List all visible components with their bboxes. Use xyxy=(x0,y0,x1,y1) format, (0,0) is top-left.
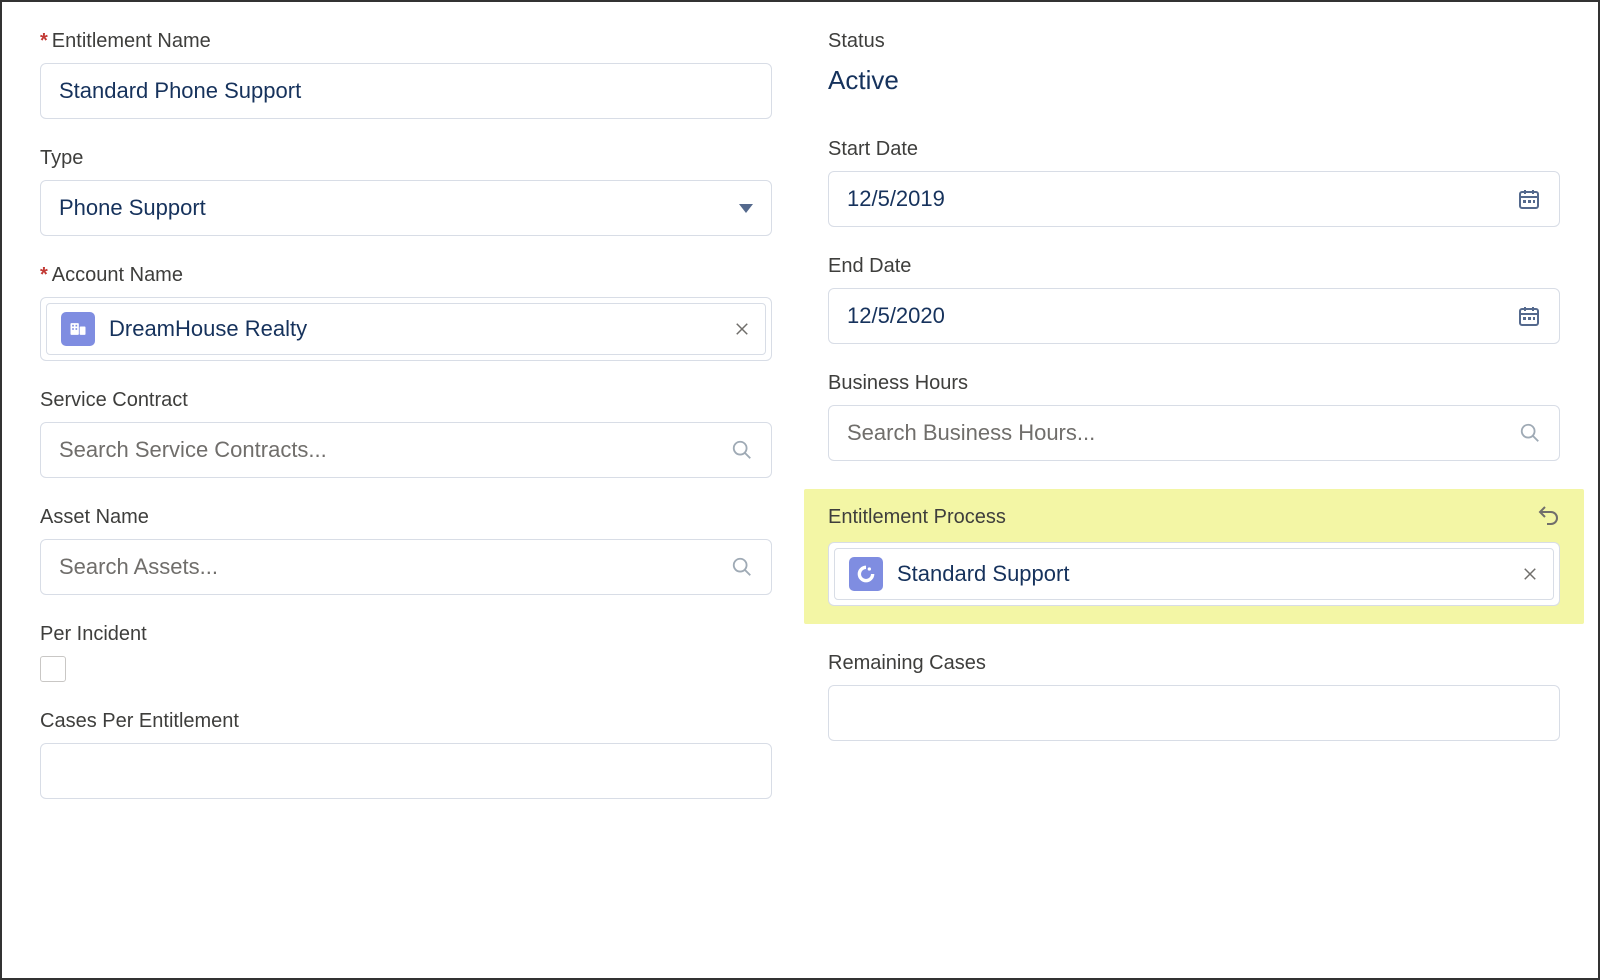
account-lookup-wrap: DreamHouse Realty xyxy=(40,297,772,361)
entitlement-process-lookup-wrap: Standard Support xyxy=(828,542,1560,606)
chevron-down-icon xyxy=(739,204,753,213)
business-hours-field: Business Hours Search Business Hours... xyxy=(828,372,1560,461)
entitlement-process-label-row: Entitlement Process xyxy=(828,503,1560,532)
search-icon xyxy=(731,439,753,461)
left-column: Entitlement Name Type Phone Support Acco… xyxy=(40,30,772,827)
cases-per-entitlement-wrap xyxy=(40,743,772,799)
business-hours-placeholder: Search Business Hours... xyxy=(847,420,1095,446)
start-date-label: Start Date xyxy=(828,138,1560,161)
asset-name-placeholder: Search Assets... xyxy=(59,554,218,580)
cases-per-entitlement-field: Cases Per Entitlement xyxy=(40,710,772,799)
service-contract-label: Service Contract xyxy=(40,389,772,412)
service-contract-lookup[interactable]: Search Service Contracts... xyxy=(40,422,772,478)
end-date-input[interactable] xyxy=(847,303,1517,329)
type-field: Type Phone Support xyxy=(40,147,772,236)
business-hours-lookup[interactable]: Search Business Hours... xyxy=(828,405,1560,461)
entitlement-process-field: Entitlement Process Standard Support xyxy=(804,489,1584,624)
account-pill[interactable]: DreamHouse Realty xyxy=(46,303,766,355)
entitlement-name-input[interactable] xyxy=(59,78,753,104)
service-contract-placeholder: Search Service Contracts... xyxy=(59,437,327,463)
entitlement-form: Entitlement Name Type Phone Support Acco… xyxy=(0,0,1600,980)
business-hours-label: Business Hours xyxy=(828,372,1560,395)
remaining-cases-wrap xyxy=(828,685,1560,741)
remaining-cases-label: Remaining Cases xyxy=(828,652,1560,675)
start-date-input[interactable] xyxy=(847,186,1517,212)
start-date-input-wrap[interactable] xyxy=(828,171,1560,227)
type-label: Type xyxy=(40,147,772,170)
status-label: Status xyxy=(828,30,1560,53)
entitlement-process-pill-left: Standard Support xyxy=(849,557,1069,591)
end-date-label: End Date xyxy=(828,255,1560,278)
type-select[interactable]: Phone Support xyxy=(40,180,772,236)
entitlement-process-pill[interactable]: Standard Support xyxy=(834,548,1554,600)
per-incident-field: Per Incident xyxy=(40,623,772,682)
entitlement-process-label: Entitlement Process xyxy=(828,506,1006,529)
per-incident-label: Per Incident xyxy=(40,623,772,646)
right-column: Status Active Start Date End Date Busin xyxy=(828,30,1560,827)
account-name-field: Account Name DreamHouse Realty xyxy=(40,264,772,361)
end-date-input-wrap[interactable] xyxy=(828,288,1560,344)
account-pill-text: DreamHouse Realty xyxy=(109,316,307,342)
calendar-icon[interactable] xyxy=(1517,187,1541,211)
end-date-field: End Date xyxy=(828,255,1560,344)
search-icon xyxy=(1519,422,1541,444)
entitlement-name-field: Entitlement Name xyxy=(40,30,772,119)
per-incident-checkbox[interactable] xyxy=(40,656,66,682)
calendar-icon[interactable] xyxy=(1517,304,1541,328)
type-value: Phone Support xyxy=(59,195,206,221)
asset-name-lookup[interactable]: Search Assets... xyxy=(40,539,772,595)
entitlement-process-clear-button[interactable] xyxy=(1521,565,1539,583)
entitlement-process-icon xyxy=(849,557,883,591)
service-contract-field: Service Contract Search Service Contract… xyxy=(40,389,772,478)
search-icon xyxy=(731,556,753,578)
account-clear-button[interactable] xyxy=(733,320,751,338)
asset-name-label: Asset Name xyxy=(40,506,772,529)
cases-per-entitlement-label: Cases Per Entitlement xyxy=(40,710,772,733)
entitlement-name-input-wrap xyxy=(40,63,772,119)
account-pill-left: DreamHouse Realty xyxy=(61,312,307,346)
account-icon xyxy=(61,312,95,346)
remaining-cases-field: Remaining Cases xyxy=(828,652,1560,741)
start-date-field: Start Date xyxy=(828,138,1560,227)
account-name-label: Account Name xyxy=(40,264,772,287)
entitlement-process-pill-text: Standard Support xyxy=(897,561,1069,587)
undo-button[interactable] xyxy=(1536,503,1560,532)
remaining-cases-input[interactable] xyxy=(847,700,1541,726)
status-value: Active xyxy=(828,63,1560,96)
entitlement-name-label: Entitlement Name xyxy=(40,30,772,53)
asset-name-field: Asset Name Search Assets... xyxy=(40,506,772,595)
cases-per-entitlement-input[interactable] xyxy=(59,758,753,784)
status-field: Status Active xyxy=(828,30,1560,96)
